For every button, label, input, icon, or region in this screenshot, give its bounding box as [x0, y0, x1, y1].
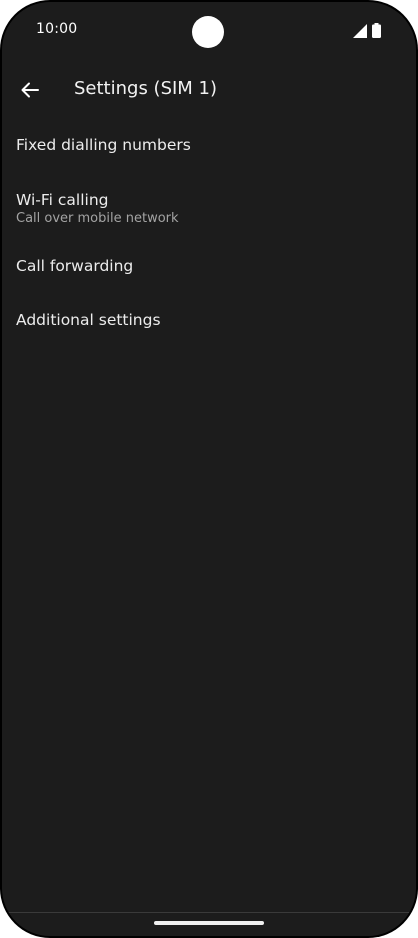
back-button[interactable]: [12, 72, 48, 108]
front-camera: [192, 16, 224, 48]
settings-item-fixed-dialling-numbers[interactable]: Fixed dialling numbers: [2, 118, 416, 172]
settings-item-call-forwarding[interactable]: Call forwarding: [2, 246, 416, 300]
signal-icon: [353, 24, 367, 38]
navigation-divider: [2, 912, 416, 913]
app-bar: Settings (SIM 1): [2, 62, 416, 118]
settings-item-summary: Call over mobile network: [16, 211, 179, 226]
phone-frame: 10:00 Settings (SIM 1) Fixed dialling nu…: [0, 0, 418, 938]
battery-icon: [372, 23, 381, 38]
settings-item-title: Call forwarding: [16, 257, 134, 275]
home-gesture-handle[interactable]: [154, 921, 264, 925]
arrow-left-icon: [21, 82, 39, 98]
status-time: 10:00: [36, 21, 78, 37]
settings-item-wifi-calling[interactable]: Wi-Fi calling Call over mobile network: [2, 172, 416, 246]
screen: 10:00 Settings (SIM 1) Fixed dialling nu…: [2, 2, 416, 936]
settings-item-additional-settings[interactable]: Additional settings: [2, 300, 416, 354]
status-bar: 10:00: [2, 2, 416, 62]
settings-item-title: Fixed dialling numbers: [16, 136, 191, 154]
settings-item-title: Wi-Fi calling: [16, 191, 109, 209]
page-title: Settings (SIM 1): [74, 78, 218, 99]
settings-item-title: Additional settings: [16, 311, 161, 329]
settings-list: Fixed dialling numbers Wi-Fi calling Cal…: [2, 118, 416, 354]
